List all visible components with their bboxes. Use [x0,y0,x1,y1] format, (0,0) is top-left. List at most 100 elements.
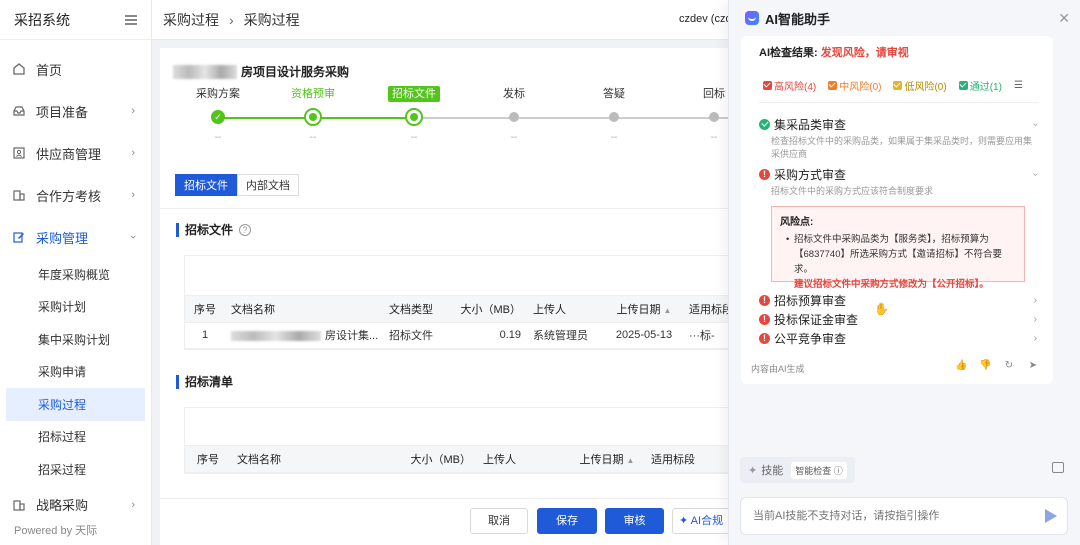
check-item-method[interactable]: ! 采购方式审查 › 招标文件中的采购方式应该符合制度要求 [759,166,1041,198]
step-bid-docs[interactable]: 招标文件 -- [374,86,454,146]
close-icon[interactable]: ✕ [1058,10,1070,27]
divider [759,102,1039,103]
save-button[interactable]: 保存 [537,508,597,534]
col-upload-date[interactable]: 上传日期 ▲ [569,446,645,473]
col-section: 适用标段 [645,446,741,473]
chevron-down-icon: › [1029,122,1041,126]
cancel-button[interactable]: 取消 [470,508,528,534]
tab-internal-docs[interactable]: 内部文档 [237,174,299,196]
filter-passed[interactable]: 通过(1) [958,78,1002,93]
send-icon[interactable] [1045,509,1057,523]
skill-bar[interactable]: ✦ 技能 智能检查 ⓘ [740,457,855,483]
step-issue[interactable]: 发标 -- [474,86,554,146]
col-index: 序号 [185,296,225,323]
collapse-icon[interactable] [125,14,137,25]
sidebar-item-strategic[interactable]: 战略采购 › [0,486,151,524]
help-icon[interactable]: ? [239,224,252,236]
pass-icon [759,118,770,130]
chevron-right-icon: › [131,498,135,511]
check-item-fair-competition[interactable]: ! 公平竞争审查 › [759,330,1037,346]
check-item-category[interactable]: 集采品类审查 › 检查招标文件中的采购品类，如果属于集采品类时，则需要应用集采供… [759,116,1041,161]
divider [160,208,740,209]
sidebar-item-label: 首页 [36,62,63,78]
filter-menu-icon[interactable]: ☰ [1014,80,1023,91]
sidebar-subitem-central-plan[interactable]: 集中采购计划 [0,323,151,356]
edit-icon [12,230,26,244]
breadcrumb-1[interactable]: 采购过程 [163,10,219,30]
share-icon[interactable]: ➤ [1027,360,1039,372]
sidebar-item-supplier[interactable]: 供应商管理 › [0,132,151,174]
check-item-budget[interactable]: ! 招标预算审查 › [759,292,1037,308]
step-prequal[interactable]: 资格预审 -- [273,86,353,146]
refresh-icon[interactable]: ↻ [1003,360,1015,372]
user-name[interactable]: czdev (czd [679,13,732,25]
sidebar-subitem-process[interactable]: 采购过程 [6,388,145,421]
chevron-down-icon: › [1029,172,1041,176]
building-icon [12,498,26,512]
sidebar-item-label: 供应商管理 [36,146,102,162]
ai-chat-input-bar [740,497,1068,535]
sidebar-item-project-prep[interactable]: 项目准备 › [0,90,151,132]
step-plan[interactable]: 采购方案 ✓ -- [178,86,258,146]
sidebar-item-partner-eval[interactable]: 合作方考核 › [0,174,151,216]
review-button[interactable]: 审核 [605,508,664,534]
app-title: 采招系统 [14,11,70,28]
ai-generated-note: 内容由AI生成 [751,364,805,374]
magic-wand-icon: ✦ [679,515,689,527]
ai-result-card: AI检查结果: 发现风险，请审视 高风险(4) 中风险(0) 低风险(0) 通过… [741,36,1053,384]
tab-bid-docs[interactable]: 招标文件 [175,174,237,196]
thumbs-up-icon[interactable]: 👍 [955,360,967,372]
gift-icon[interactable] [1052,462,1064,473]
checkbox-icon [828,81,838,90]
chevron-right-icon: › [1033,313,1037,325]
chevron-right-icon: › [131,105,135,117]
sidebar-subitem-bidding-process[interactable]: 招标过程 [0,421,151,454]
warning-icon: ! [759,294,770,306]
blurred-text [173,64,237,79]
ai-result-summary: AI检查结果: 发现风险，请审视 [759,47,909,59]
chevron-right-icon: › [1033,332,1037,344]
ai-logo-icon [745,11,759,25]
col-uploader: 上传人 [527,296,605,323]
table-row[interactable]: 1 房设计集... 招标文件 0.19 系统管理员 2025-05-13 ···… [185,322,741,349]
sidebar-item-label: 采购管理 [36,230,89,246]
thumbs-down-icon[interactable]: 👎 [979,360,991,372]
sidebar-item-home[interactable]: 首页 [0,48,151,90]
chevron-right-icon: › [131,147,135,159]
step-todo-icon [609,112,619,122]
ai-chat-input[interactable] [753,510,1033,522]
sort-icon: ▲ [663,305,672,315]
sidebar-item-procurement[interactable]: 采购管理 › [0,216,151,258]
ai-compliance-button[interactable]: ✦ AI合规 [672,508,732,534]
table-header-row: 序号 文档名称 文档类型 大小（MB） 上传人 上传日期 ▲ 适用标段 [185,296,741,323]
ai-panel-title: AI智能助手 [765,11,831,27]
sidebar-item-label: 战略采购 [36,498,89,513]
sort-icon: ▲ [626,455,635,465]
chevron-right-icon: › [131,189,135,201]
filter-low-risk[interactable]: 低风险(0) [893,78,947,93]
filter-high-risk[interactable]: 高风险(4) [763,78,816,93]
cursor-icon: ✋ [874,302,889,316]
filter-medium-risk[interactable]: 中风险(0) [828,78,881,93]
blurred-text [231,331,321,342]
check-item-deposit[interactable]: ! 投标保证金审查 › [759,311,1037,327]
step-todo-icon [709,112,719,122]
sidebar-subitem-annual-overview[interactable]: 年度采购概览 [0,258,151,291]
inbox-icon [12,104,26,118]
step-qa[interactable]: 答疑 -- [574,86,654,146]
doc-name-cell[interactable]: 房设计集... [225,322,383,349]
col-index: 序号 [185,446,231,473]
sidebar-header: 采招系统 [0,0,151,40]
doc-tabs: 招标文件 内部文档 [175,174,299,196]
building-icon [12,188,26,202]
skill-tag[interactable]: 智能检查 ⓘ [791,461,847,479]
skill-icon: ✦ [748,464,758,477]
sidebar-item-label: 项目准备 [36,104,89,120]
sidebar-subitem-plan[interactable]: 采购计划 [0,291,151,324]
sidebar-subitem-request[interactable]: 采购申请 [0,356,151,389]
col-upload-date[interactable]: 上传日期 ▲ [605,296,683,323]
step-done-icon [304,108,322,126]
breadcrumb-2: 采购过程 [243,11,300,28]
sidebar-subitem-sourcing-process[interactable]: 招采过程 [0,453,151,486]
checkbox-icon [893,81,903,90]
